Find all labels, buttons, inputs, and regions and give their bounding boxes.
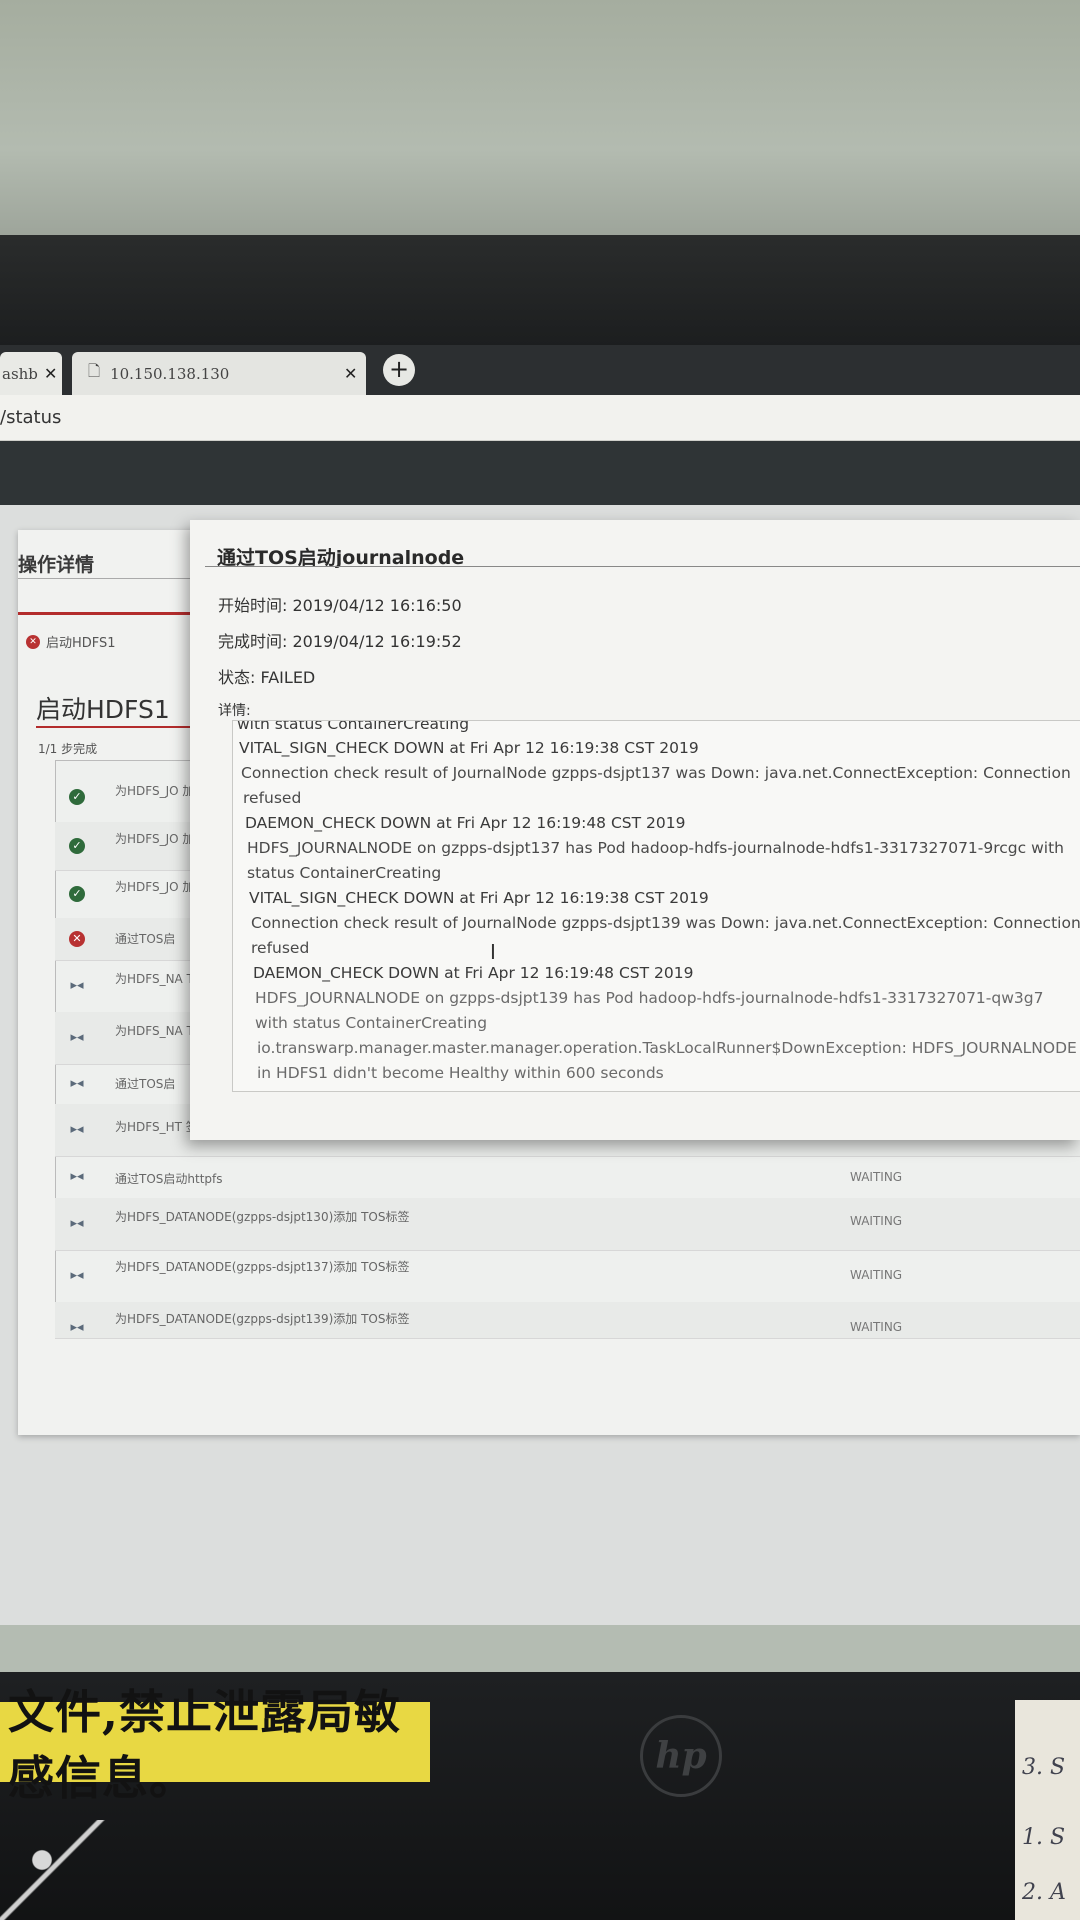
step-name: 为HDFS_DATANODE(gzpps-dsjpt139)添加 TOS标签 xyxy=(115,1312,410,1326)
log-line: VITAL_SIGN_CHECK DOWN at Fri Apr 12 16:1… xyxy=(249,889,709,907)
pending-icon: ▸◂ xyxy=(70,1169,84,1184)
status-label: 状态: xyxy=(218,668,256,687)
breadcrumb-label: 启动HDFS1 xyxy=(46,636,116,651)
step-row[interactable]: ▸◂ 为HDFS_DATANODE(gzpps-dsjpt139)添加 TOS标… xyxy=(55,1302,1080,1339)
note-line: 3. S xyxy=(1022,1755,1066,1780)
detail-log-box[interactable]: with status ContainerCreating VITAL_SIGN… xyxy=(232,720,1080,1092)
monitor-bezel-top xyxy=(0,235,1080,347)
pending-icon: ▸◂ xyxy=(70,1122,84,1137)
log-line: refused xyxy=(243,789,302,807)
browser-tab-active[interactable]: ashb ✕ xyxy=(0,352,62,395)
log-line: io.transwarp.manager.master.manager.oper… xyxy=(257,1039,1077,1057)
step-name: 为HDFS_DATANODE(gzpps-dsjpt130)添加 TOS标签 xyxy=(115,1210,410,1224)
check-icon: ✓ xyxy=(69,789,85,805)
pending-icon: ▸◂ xyxy=(70,1030,84,1045)
breadcrumb[interactable]: ✕ 启动HDFS1 xyxy=(26,632,116,651)
log-line: HDFS_JOURNALNODE on gzpps-dsjpt139 has P… xyxy=(255,989,1044,1007)
step-row[interactable]: ▸◂ 为HDFS_DATANODE(gzpps-dsjpt137)添加 TOS标… xyxy=(55,1250,1080,1303)
log-line: Connection check result of JournalNode g… xyxy=(251,914,1080,932)
panel-title: 操作详情 xyxy=(18,554,95,576)
page-icon: 🗋 xyxy=(88,362,101,380)
log-line: VITAL_SIGN_CHECK DOWN at Fri Apr 12 16:1… xyxy=(239,739,699,757)
cable xyxy=(0,1820,140,1920)
end-time-value: 2019/04/12 16:19:52 xyxy=(292,632,462,651)
pending-icon: ▸◂ xyxy=(70,1268,84,1283)
step-status: WAITING xyxy=(850,1268,903,1282)
hp-logo-icon: hp xyxy=(640,1715,722,1797)
log-line: with status ContainerCreating xyxy=(237,720,470,733)
pending-icon: ▸◂ xyxy=(70,1076,84,1091)
new-tab-button[interactable]: + xyxy=(383,354,415,386)
detail-label: 详情: xyxy=(218,703,251,719)
log-line: HDFS_JOURNALNODE on gzpps-dsjpt137 has P… xyxy=(247,839,1064,857)
step-row[interactable]: ▸◂ 通过TOS启动httpfs WAITING xyxy=(55,1156,1080,1199)
status-row: 状态: FAILED xyxy=(218,664,315,688)
divider xyxy=(205,566,1080,567)
log-line: in HDFS1 didn't become Healthy within 60… xyxy=(257,1064,664,1082)
check-icon: ✓ xyxy=(69,886,85,902)
pending-icon: ▸◂ xyxy=(70,978,84,993)
end-time-row: 完成时间: 2019/04/12 16:19:52 xyxy=(218,628,462,652)
note-line: 1. S xyxy=(1022,1825,1066,1850)
task-title: 启动HDFS1 xyxy=(36,695,170,724)
step-status: WAITING xyxy=(850,1214,903,1228)
progress-label: 1/1 步完成 xyxy=(38,742,98,756)
pending-icon: ▸◂ xyxy=(70,1216,84,1231)
end-time-label: 完成时间: xyxy=(218,632,288,651)
divider xyxy=(18,578,198,579)
log-line: refused xyxy=(251,939,310,957)
log-line: DAEMON_CHECK DOWN at Fri Apr 12 16:19:48… xyxy=(245,814,686,832)
check-icon: ✓ xyxy=(69,838,85,854)
tab-label: ashb xyxy=(2,364,38,383)
step-name: 为HDFS_DATANODE(gzpps-dsjpt137)添加 TOS标签 xyxy=(115,1260,410,1274)
wall-background xyxy=(0,0,1080,250)
log-line: status ContainerCreating xyxy=(247,864,442,882)
start-time-label: 开始时间: xyxy=(218,596,288,615)
divider xyxy=(36,726,196,728)
url-text: /status xyxy=(0,407,62,428)
note-line: 2. A xyxy=(1022,1880,1066,1905)
fail-icon: ✕ xyxy=(26,634,40,649)
warning-sticker: 文件,禁止泄露局敏感信息。 xyxy=(0,1685,430,1805)
browser-tab[interactable]: 🗋 10.150.138.130 ✕ xyxy=(72,352,366,395)
pending-icon: ▸◂ xyxy=(70,1320,84,1335)
status-value: FAILED xyxy=(260,668,316,687)
step-status: WAITING xyxy=(850,1320,903,1334)
step-status: WAITING xyxy=(850,1170,903,1184)
tab-close-icon[interactable]: ✕ xyxy=(44,364,57,383)
step-row[interactable]: ▸◂ 为HDFS_DATANODE(gzpps-dsjpt130)添加 TOS标… xyxy=(55,1198,1080,1251)
tab-close-icon[interactable]: ✕ xyxy=(344,364,357,383)
app-header xyxy=(0,441,1080,505)
text-cursor-icon: I xyxy=(490,940,496,964)
divider xyxy=(18,612,198,615)
start-time-value: 2019/04/12 16:16:50 xyxy=(292,596,462,615)
log-line: DAEMON_CHECK DOWN at Fri Apr 12 16:19:48… xyxy=(253,964,694,982)
log-line: with status ContainerCreating xyxy=(255,1014,488,1032)
log-line: Connection check result of JournalNode g… xyxy=(241,764,1071,782)
step-name: 通过TOS启动httpfs xyxy=(115,1172,223,1186)
tab-label: 10.150.138.130 xyxy=(110,364,230,383)
start-time-row: 开始时间: 2019/04/12 16:16:50 xyxy=(218,592,462,616)
address-bar[interactable]: /status xyxy=(0,395,1080,441)
fail-icon: ✕ xyxy=(69,931,85,947)
